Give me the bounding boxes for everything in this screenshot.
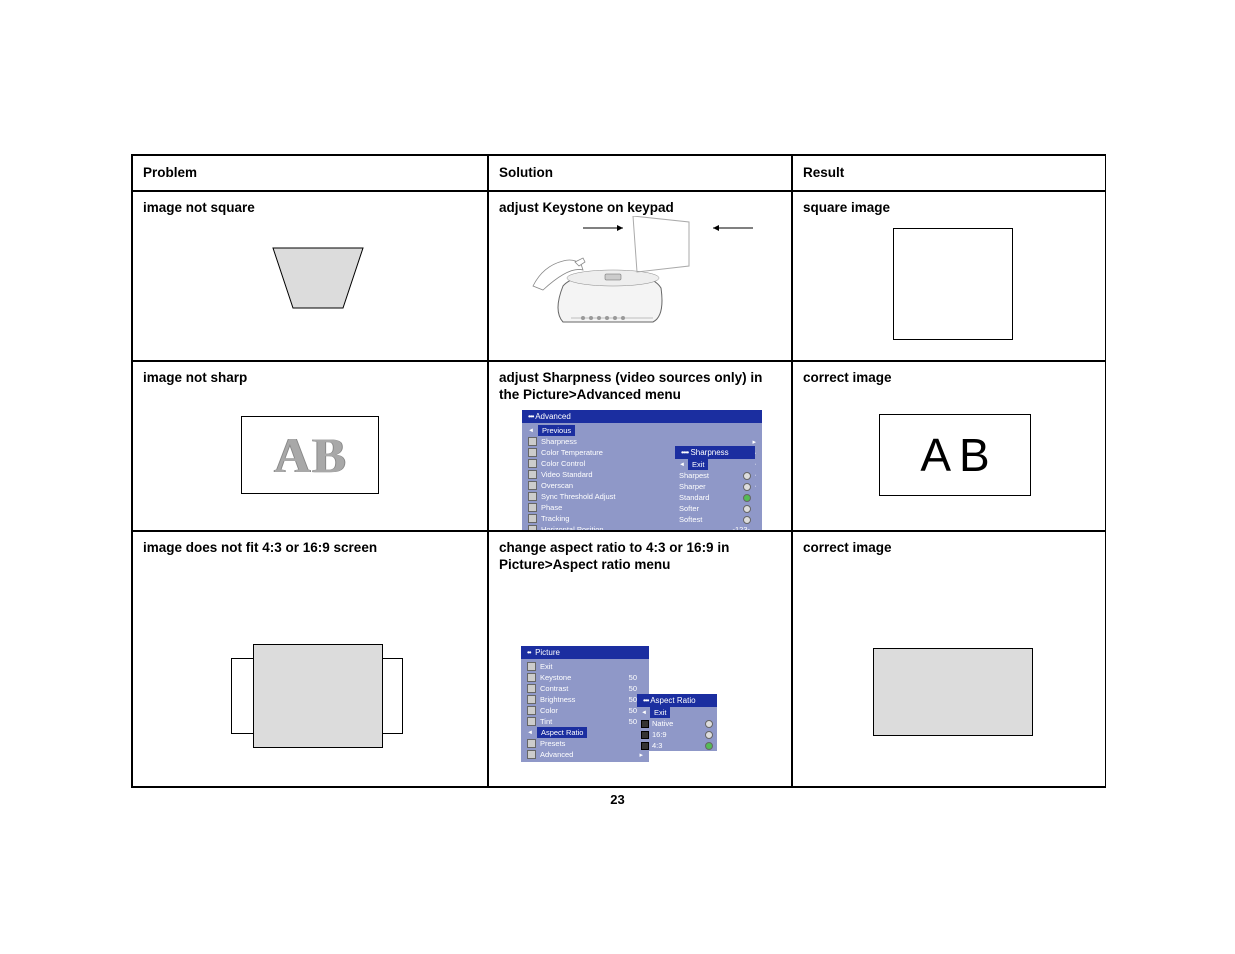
header-problem-label: Problem [143, 165, 197, 180]
picture-menu: •• Picture ExitKeystone50Contrast50Brigh… [521, 646, 649, 762]
correct-aspect-icon [873, 648, 1033, 736]
header-solution: Solution [488, 155, 792, 191]
menu-item: Tint50 [521, 716, 649, 727]
menu-item: ◄Exit [637, 707, 717, 718]
row3-solution-text: change aspect ratio to 4:3 or 16:9 in Pi… [499, 540, 781, 574]
sharp-image-icon: A B [879, 414, 1031, 496]
sharp-letter-b: B [959, 428, 990, 482]
projector-keystone-illustration [513, 216, 763, 336]
menu-item: 4:3 [637, 740, 717, 751]
row3-result-text: correct image [803, 540, 1095, 555]
row3-problem: image does not fit 4:3 or 16:9 screen [132, 531, 488, 787]
menu-item: ◄Previous [522, 425, 762, 436]
aspect-mismatch-icon [231, 644, 421, 752]
menu-item: Sharpest [675, 470, 755, 481]
row3-solution: change aspect ratio to 4:3 or 16:9 in Pi… [488, 531, 792, 787]
menu-item: Color50 [521, 705, 649, 716]
sharpness-submenu-header: •••• Sharpness [675, 446, 755, 459]
menu-item: Exit [521, 661, 649, 672]
header-solution-label: Solution [499, 165, 553, 180]
menu-item: Contrast50 [521, 683, 649, 694]
header-result-label: Result [803, 165, 844, 180]
menu-item: Softest [675, 514, 755, 525]
blurry-image-icon: A B [241, 416, 379, 494]
row1-result-text: square image [803, 200, 1095, 215]
row1-solution: adjust Keystone on keypad [488, 191, 792, 361]
menu-item: Sharper [675, 481, 755, 492]
menu-item: Horizontal Position-123- [522, 524, 762, 531]
row1-problem-text: image not square [143, 200, 477, 215]
blur-letter-b: B [312, 426, 345, 484]
menu-item: Native [637, 718, 717, 729]
menu-item: Keystone50 [521, 672, 649, 683]
menu-item: 16:9 [637, 729, 717, 740]
menu-item: Brightness50 [521, 694, 649, 705]
sharp-letter-a: A [920, 428, 951, 482]
row2-solution: adjust Sharpness (video sources only) in… [488, 361, 792, 531]
menu-item: Softer [675, 503, 755, 514]
menu-item: Advanced▸ [521, 749, 649, 760]
aspect-ratio-submenu: ••• Aspect Ratio ◄ExitNative16:94:3 [637, 694, 717, 751]
picture-menu-header: •• Picture [521, 646, 649, 659]
header-problem: Problem [132, 155, 488, 191]
row2-result-text: correct image [803, 370, 1095, 385]
advanced-menu-header: ••• Advanced [522, 410, 762, 423]
header-result: Result [792, 155, 1106, 191]
row1-problem: image not square [132, 191, 488, 361]
menu-item: ◄Exit [675, 459, 755, 470]
page-number: 23 [0, 792, 1235, 807]
blur-letter-a: A [274, 426, 308, 484]
row2-solution-text: adjust Sharpness (video sources only) in… [499, 370, 781, 404]
row2-problem-text: image not sharp [143, 370, 477, 385]
sharpness-submenu: •••• Sharpness ◄ExitSharpestSharperStand… [675, 446, 755, 525]
row3-result: correct image [792, 531, 1106, 787]
row2-result: correct image A B [792, 361, 1106, 531]
menu-item: Standard [675, 492, 755, 503]
menu-item: Presets▸ [521, 738, 649, 749]
row1-result: square image [792, 191, 1106, 361]
square-image-icon [893, 228, 1013, 340]
menu-item: ◄Aspect Ratio [521, 727, 649, 738]
troubleshooting-table: Problem Solution Result image not square… [131, 154, 1106, 788]
row2-problem: image not sharp A B [132, 361, 488, 531]
aspect-ratio-submenu-header: ••• Aspect Ratio [637, 694, 717, 707]
troubleshooting-page: Problem Solution Result image not square… [131, 154, 1106, 788]
row1-solution-text: adjust Keystone on keypad [499, 200, 781, 217]
row3-problem-text: image does not fit 4:3 or 16:9 screen [143, 540, 477, 555]
trapezoid-icon [263, 238, 373, 318]
